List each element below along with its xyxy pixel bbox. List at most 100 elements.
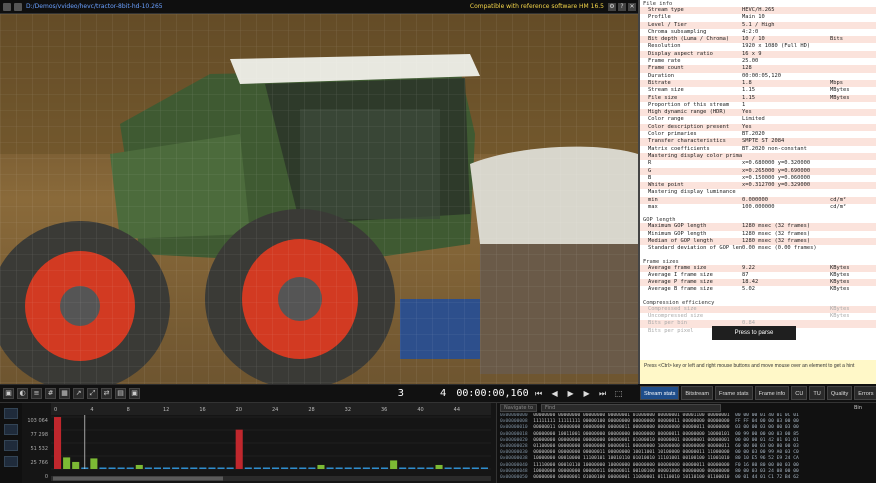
- bin-toggle[interactable]: Bin: [854, 405, 862, 411]
- frame-bar[interactable]: [262, 467, 270, 469]
- frame-bar[interactable]: [317, 464, 325, 469]
- video-frame-view[interactable]: [0, 14, 638, 384]
- frame-bar[interactable]: [308, 467, 316, 469]
- frame-size-graph[interactable]: 0 4 8 12 16 20 24 28 32 36 40 44: [51, 403, 491, 483]
- frame-bar[interactable]: [326, 467, 334, 469]
- hex-bytes: 00 99 00 00 00 03 00 85: [735, 431, 799, 437]
- frame-bar[interactable]: [480, 467, 488, 469]
- info-unit: KBytes: [830, 264, 850, 271]
- frame-bar[interactable]: [371, 467, 379, 469]
- list-icon[interactable]: ≡: [31, 388, 42, 399]
- frame-bar[interactable]: [290, 467, 298, 469]
- frame-bar[interactable]: [399, 467, 407, 469]
- graph-scrollbar-thumb[interactable]: [53, 476, 223, 481]
- frame-bar[interactable]: [153, 467, 161, 469]
- zoom-graph-icon[interactable]: [4, 456, 18, 467]
- color-icon[interactable]: ◐: [17, 388, 28, 399]
- frame-bar[interactable]: [272, 467, 280, 469]
- frame-bar[interactable]: [135, 464, 143, 469]
- info-key: White point: [648, 182, 684, 189]
- info-row: Average frame size 9.22 KBytes: [640, 264, 876, 272]
- frame-bar[interactable]: [126, 467, 134, 469]
- frame-bar[interactable]: [281, 467, 289, 469]
- tab-errors[interactable]: Errors: [854, 386, 876, 400]
- info-unit: [830, 153, 870, 160]
- line-graph-icon[interactable]: [4, 424, 18, 435]
- tab-stream-stats[interactable]: Stream stats: [640, 386, 680, 400]
- find-input[interactable]: Find: [541, 404, 722, 412]
- frame-bar[interactable]: [444, 467, 452, 469]
- frame-bar[interactable]: [90, 458, 98, 469]
- layout-icon[interactable]: ▣: [3, 388, 14, 399]
- frame-bar[interactable]: [453, 467, 461, 469]
- first-frame-button[interactable]: ⏮: [533, 388, 545, 400]
- frame-bar[interactable]: [117, 467, 125, 469]
- info-value: 00:00:05,120: [742, 72, 781, 79]
- frame-bar[interactable]: [253, 467, 261, 469]
- frame-bar[interactable]: [381, 467, 389, 469]
- frame-bar[interactable]: [54, 417, 62, 469]
- frame-bar[interactable]: [417, 467, 425, 469]
- play-button[interactable]: ▶: [565, 388, 577, 400]
- frame-bar[interactable]: [462, 467, 470, 469]
- open-file-icon[interactable]: [14, 2, 22, 11]
- parse-button[interactable]: Press to parse: [712, 326, 796, 340]
- grid-icon[interactable]: #: [45, 388, 56, 399]
- tab-bitstream[interactable]: Bitstream: [681, 386, 714, 400]
- frame-bar[interactable]: [208, 467, 216, 469]
- info-unit: [830, 124, 870, 131]
- stream-info-panel[interactable]: File info Stream type HEVC/H.265 Profile Ma…: [638, 0, 876, 360]
- info-value: 1.15: [742, 87, 755, 94]
- frame-bar[interactable]: [99, 467, 107, 469]
- frame-bar[interactable]: [163, 467, 171, 469]
- frame-bar[interactable]: [335, 467, 343, 469]
- x-tick-label: 4: [90, 407, 93, 413]
- frame-bar[interactable]: [353, 467, 361, 469]
- close-icon[interactable]: ✕: [628, 2, 636, 11]
- tiles-icon[interactable]: ▦: [59, 388, 70, 399]
- tab-frame-stats[interactable]: Frame stats: [715, 386, 753, 400]
- zoom-icon[interactable]: ⤢: [87, 388, 98, 399]
- export-icon[interactable]: ▤: [115, 388, 126, 399]
- frame-bar[interactable]: [108, 467, 116, 469]
- frame-bar[interactable]: [408, 467, 416, 469]
- table-icon[interactable]: [4, 440, 18, 451]
- gop-title: GOP length: [640, 216, 876, 224]
- tab-frame-info[interactable]: Frame info: [754, 386, 790, 400]
- frame-bar[interactable]: [144, 467, 152, 469]
- frame-bar[interactable]: [471, 467, 479, 469]
- frame-bar[interactable]: [244, 467, 252, 469]
- frame-bar[interactable]: [190, 467, 198, 469]
- frame-mode-icon[interactable]: ▣: [129, 388, 140, 399]
- fullscreen-button[interactable]: ⬚: [613, 388, 625, 400]
- frame-bar[interactable]: [217, 467, 225, 469]
- frame-bar[interactable]: [181, 467, 189, 469]
- frame-bar[interactable]: [63, 457, 71, 469]
- compare-icon[interactable]: ⇄: [101, 388, 112, 399]
- motion-vectors-icon[interactable]: ↗: [73, 388, 84, 399]
- next-frame-button[interactable]: ▶: [581, 388, 593, 400]
- tab-tu[interactable]: TU: [809, 386, 825, 400]
- frame-bar[interactable]: [72, 461, 80, 469]
- info-unit: [830, 102, 870, 109]
- frame-bar[interactable]: [226, 467, 234, 469]
- frame-bar[interactable]: [199, 467, 207, 469]
- frame-bar[interactable]: [235, 429, 243, 469]
- help-icon[interactable]: ?: [618, 2, 626, 11]
- frame-bar[interactable]: [299, 467, 307, 469]
- frame-bar[interactable]: [426, 467, 434, 469]
- frame-bar[interactable]: [362, 467, 370, 469]
- bar-graph-icon[interactable]: [4, 408, 18, 419]
- prev-frame-button[interactable]: ◀: [549, 388, 561, 400]
- frame-bar[interactable]: [172, 467, 180, 469]
- tab-cu[interactable]: CU: [791, 386, 808, 400]
- last-frame-button[interactable]: ⏭: [597, 388, 609, 400]
- frame-bar[interactable]: [435, 464, 443, 469]
- info-unit: [830, 160, 870, 167]
- settings-icon[interactable]: ⚙: [608, 2, 616, 11]
- navigate-input[interactable]: Navigate to: [500, 404, 538, 412]
- info-value: x=0.265000 y=0.690000: [742, 167, 811, 174]
- frame-bar[interactable]: [344, 467, 352, 469]
- frame-bar[interactable]: [390, 460, 398, 469]
- tab-quality[interactable]: Quality: [826, 386, 853, 400]
